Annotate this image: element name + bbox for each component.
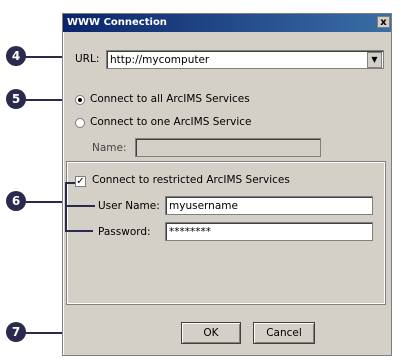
ok-button[interactable]: OK — [181, 322, 241, 344]
callout-4: 4 — [6, 46, 26, 66]
close-icon[interactable]: x — [377, 16, 390, 28]
username-field[interactable]: myusername — [165, 196, 373, 215]
callout-7: 7 — [6, 322, 26, 342]
radio-all-services[interactable] — [75, 95, 85, 105]
callout-5: 5 — [6, 89, 26, 109]
dialog-titlebar: WWW Connection x — [63, 14, 391, 32]
name-label: Name: — [92, 142, 127, 154]
cancel-button[interactable]: Cancel — [253, 322, 315, 344]
callout-6-bracket-top — [65, 182, 75, 184]
password-label: Password: — [98, 226, 151, 238]
restricted-label: Connect to restricted ArcIMS Services — [92, 174, 290, 186]
url-value: http://mycomputer — [110, 54, 210, 66]
radio-one-service-label: Connect to one ArcIMS Service — [90, 116, 252, 128]
name-field — [135, 138, 321, 157]
www-connection-dialog: WWW Connection x URL: http://mycomputer … — [62, 13, 392, 356]
restricted-checkbox[interactable]: ✓ — [75, 176, 86, 187]
callout-6-bracket-username — [65, 205, 95, 207]
username-value: myusername — [169, 200, 238, 212]
password-value: ******** — [169, 226, 211, 238]
radio-one-service[interactable] — [75, 118, 85, 128]
dialog-title: WWW Connection — [67, 17, 167, 28]
password-field[interactable]: ******** — [165, 222, 373, 241]
chevron-down-icon[interactable]: ▼ — [367, 52, 382, 68]
radio-all-services-label: Connect to all ArcIMS Services — [90, 93, 250, 105]
callout-6-bracket-password — [65, 230, 93, 232]
username-label: User Name: — [98, 200, 160, 212]
callout-6-bracket-vertical — [65, 182, 67, 232]
callout-6-line — [25, 201, 65, 203]
url-combobox[interactable]: http://mycomputer ▼ — [106, 50, 384, 69]
url-label: URL: — [75, 53, 100, 65]
callout-6: 6 — [6, 191, 26, 211]
